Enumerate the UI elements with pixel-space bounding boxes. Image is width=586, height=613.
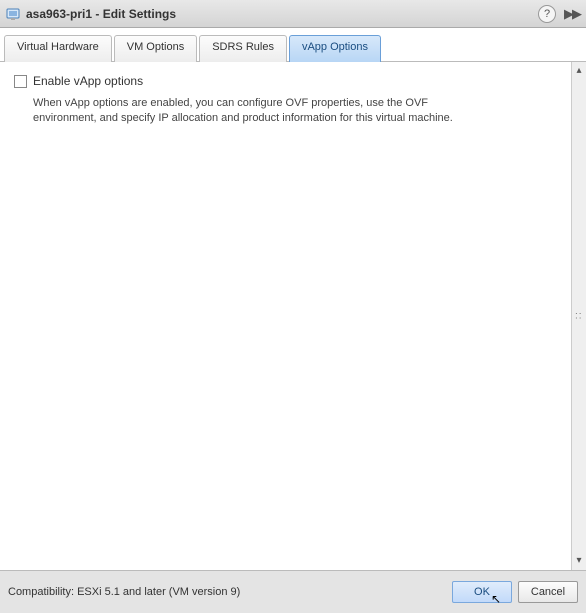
- scroll-up-icon[interactable]: ▴: [574, 64, 584, 78]
- tab-virtual-hardware[interactable]: Virtual Hardware: [4, 35, 112, 62]
- dialog-body: Enable vApp options When vApp options ar…: [0, 62, 586, 570]
- cursor-icon: ↖: [491, 592, 501, 606]
- help-icon[interactable]: ?: [538, 5, 556, 23]
- vapp-description: When vApp options are enabled, you can c…: [33, 96, 453, 127]
- ok-button-label: OK: [474, 586, 490, 598]
- vm-icon: [6, 7, 20, 21]
- cancel-button[interactable]: Cancel: [518, 581, 578, 603]
- tab-bar: Virtual Hardware VM Options SDRS Rules v…: [0, 28, 586, 62]
- resize-handle-icon[interactable]: ::: [575, 311, 583, 322]
- scroll-down-icon[interactable]: ▾: [574, 554, 584, 568]
- footer: Compatibility: ESXi 5.1 and later (VM ve…: [0, 570, 586, 613]
- dialog-title: asa963-pri1 - Edit Settings: [26, 7, 538, 21]
- enable-vapp-checkbox[interactable]: [14, 75, 27, 88]
- tab-vapp-options[interactable]: vApp Options: [289, 35, 381, 62]
- compatibility-text: Compatibility: ESXi 5.1 and later (VM ve…: [8, 586, 446, 598]
- tab-sdrs-rules[interactable]: SDRS Rules: [199, 35, 287, 62]
- enable-vapp-row: Enable vApp options: [14, 74, 557, 88]
- content-pane: Enable vApp options When vApp options ar…: [0, 62, 572, 570]
- right-gutter: ▴ :: ▾: [572, 62, 586, 570]
- enable-vapp-label: Enable vApp options: [33, 74, 143, 88]
- ok-button[interactable]: OK ↖: [452, 581, 512, 603]
- tab-vm-options[interactable]: VM Options: [114, 35, 197, 62]
- expand-arrows-icon[interactable]: ▶▶: [564, 6, 580, 22]
- titlebar: asa963-pri1 - Edit Settings ? ▶▶: [0, 0, 586, 28]
